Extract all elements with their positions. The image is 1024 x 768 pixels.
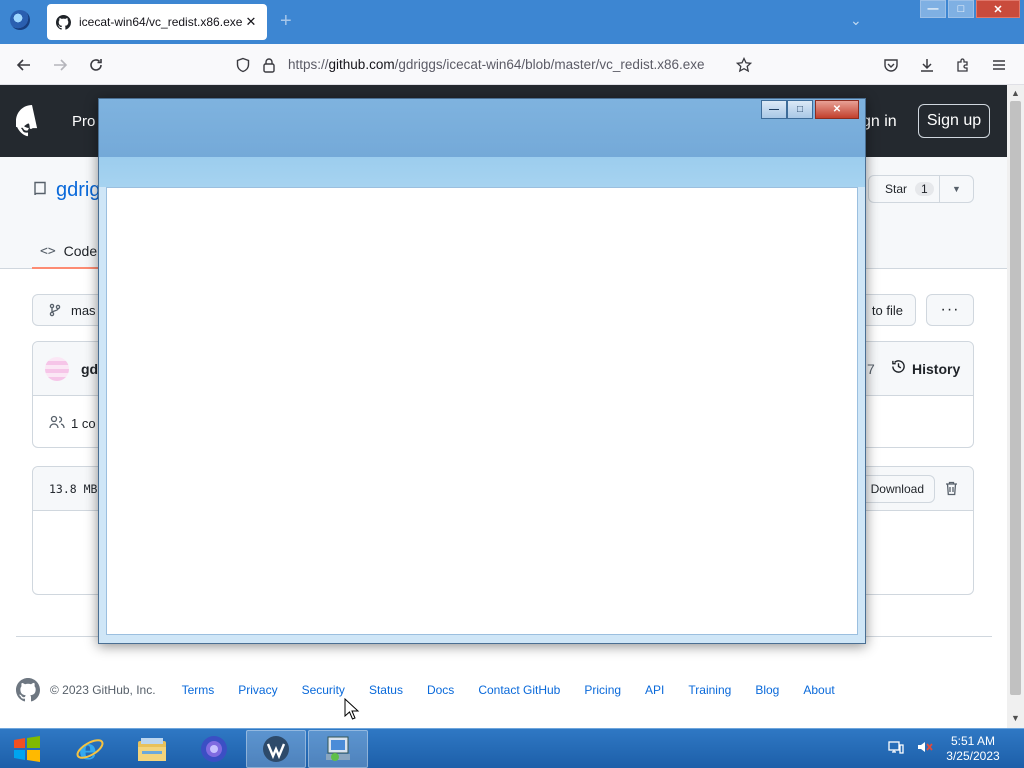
branch-name: mas (71, 302, 96, 318)
sign-up-button[interactable]: Sign up (918, 104, 990, 138)
sign-in-link[interactable]: gn in (862, 113, 897, 131)
network-icon[interactable] (888, 739, 904, 758)
tab-title: icecat-win64/vc_redist.x86.exe a (79, 15, 243, 29)
footer-link-pricing[interactable]: Pricing (584, 683, 621, 697)
bookmark-star-icon[interactable] (733, 54, 755, 76)
footer-link-about[interactable]: About (803, 683, 834, 697)
star-button[interactable]: Star 1 ▼ (868, 175, 974, 203)
tracking-shield-icon[interactable] (232, 54, 254, 76)
minimize-button[interactable]: — (920, 0, 946, 18)
blank-dialog-window[interactable]: — □ ✕ (98, 98, 866, 644)
internet-explorer-icon: e (76, 734, 104, 764)
history-label: History (912, 360, 961, 377)
icecat-browser-icon (201, 736, 227, 762)
taskbar: e 5:51 AM 3/25/2023 (0, 728, 1024, 768)
tab-code[interactable]: <> Code (32, 235, 106, 269)
footer-link-security[interactable]: Security (302, 683, 345, 697)
url-text[interactable]: https://github.com/gdriggs/icecat-win64/… (288, 57, 704, 72)
browser-menu-icon[interactable] (10, 10, 30, 30)
repo-icon (34, 181, 46, 196)
product-menu[interactable]: Pro (72, 113, 95, 130)
installer-icon (326, 736, 350, 761)
forward-arrow-icon[interactable] (49, 54, 71, 76)
downloads-icon[interactable] (916, 54, 938, 76)
clock-time: 5:51 AM (950, 734, 996, 748)
github-favicon-icon (55, 14, 71, 30)
clock-date: 3/25/2023 (946, 749, 1000, 763)
github-mark-icon[interactable] (16, 678, 40, 702)
dialog-minimize-button[interactable]: — (761, 100, 787, 119)
tab-vc-redist[interactable]: icecat-win64/vc_redist.x86.exe a ✕ (47, 4, 267, 40)
close-button[interactable]: ✕ (976, 0, 1020, 18)
app-shell-icon (263, 736, 289, 762)
windows-logo-icon (14, 736, 40, 762)
code-icon: <> (40, 243, 56, 259)
reload-icon[interactable] (85, 54, 107, 76)
footer-link-blog[interactable]: Blog (755, 683, 779, 697)
taskbar-installer[interactable] (308, 730, 368, 768)
extensions-puzzle-icon[interactable] (952, 54, 974, 76)
footer-link-training[interactable]: Training (688, 683, 731, 697)
footer-link-docs[interactable]: Docs (427, 683, 454, 697)
star-dropdown-chevron-icon[interactable]: ▼ (939, 176, 973, 202)
footer-link-api[interactable]: API (645, 683, 664, 697)
contributors-label: 1 co (71, 416, 96, 431)
commit-author[interactable]: gd (81, 361, 98, 377)
new-tab-button[interactable]: + (280, 10, 292, 32)
footer-link-privacy[interactable]: Privacy (238, 683, 277, 697)
footer-copyright: © 2023 GitHub, Inc. (50, 683, 156, 697)
download-button[interactable]: Download (857, 475, 935, 503)
browser-nav-bar: https://github.com/gdriggs/icecat-win64/… (0, 44, 1024, 85)
avatar[interactable] (45, 357, 69, 381)
back-arrow-icon[interactable] (13, 54, 35, 76)
trash-icon[interactable] (945, 481, 958, 499)
more-options-button[interactable]: ··· (926, 294, 974, 326)
address-bar[interactable]: https://github.com/gdriggs/icecat-win64/… (228, 50, 762, 80)
mouse-cursor-icon (344, 698, 360, 720)
browser-window-controls: — □ ✕ (920, 0, 1020, 18)
taskbar-file-explorer[interactable] (122, 730, 182, 768)
taskbar-icecat[interactable] (184, 730, 244, 768)
tab-list-chevron-icon[interactable]: ⌄ (850, 12, 862, 29)
footer: © 2023 GitHub, Inc. Terms Privacy Securi… (16, 678, 859, 702)
page-scrollbar[interactable]: ▲ ▼ (1007, 85, 1024, 728)
system-tray (888, 739, 934, 758)
tab-code-label: Code (63, 243, 98, 259)
scroll-down-arrow-icon[interactable]: ▼ (1011, 713, 1020, 723)
branch-icon (49, 303, 61, 317)
taskbar-internet-explorer[interactable]: e (60, 730, 120, 768)
volume-muted-icon[interactable] (916, 739, 934, 758)
commit-hash[interactable]: 7 (867, 361, 875, 377)
scroll-up-arrow-icon[interactable]: ▲ (1011, 88, 1020, 98)
tab-close-icon[interactable]: ✕ (243, 14, 259, 30)
maximize-button[interactable]: □ (948, 0, 974, 18)
history-button[interactable]: History (891, 359, 960, 378)
history-clock-icon (891, 359, 906, 378)
lock-icon[interactable] (258, 54, 280, 76)
dialog-close-button[interactable]: ✕ (815, 100, 859, 119)
file-size: 13.8 MB (49, 482, 98, 496)
browser-tab-bar: icecat-win64/vc_redist.x86.exe a ✕ + ⌄ —… (0, 0, 1024, 44)
hamburger-menu-icon[interactable] (988, 54, 1010, 76)
folder-icon (138, 738, 166, 761)
github-logo-icon[interactable] (16, 105, 48, 137)
taskbar-active-app[interactable] (246, 730, 306, 768)
pocket-icon[interactable] (880, 54, 902, 76)
taskbar-clock[interactable]: 5:51 AM 3/25/2023 (940, 734, 1006, 764)
dialog-window-controls: — □ ✕ (761, 100, 859, 119)
star-label: Star (885, 182, 908, 196)
dialog-client-area[interactable] (106, 187, 858, 635)
scrollbar-thumb[interactable] (1010, 101, 1021, 695)
footer-link-terms[interactable]: Terms (182, 683, 215, 697)
repo-owner-link[interactable]: gdrig (56, 179, 100, 202)
footer-link-contact[interactable]: Contact GitHub (478, 683, 560, 697)
start-button[interactable] (8, 733, 46, 765)
dialog-maximize-button[interactable]: □ (787, 100, 813, 119)
star-count: 1 (915, 182, 934, 196)
footer-link-status[interactable]: Status (369, 683, 403, 697)
people-icon (49, 415, 65, 432)
contributors-link[interactable]: 1 co (49, 415, 96, 432)
